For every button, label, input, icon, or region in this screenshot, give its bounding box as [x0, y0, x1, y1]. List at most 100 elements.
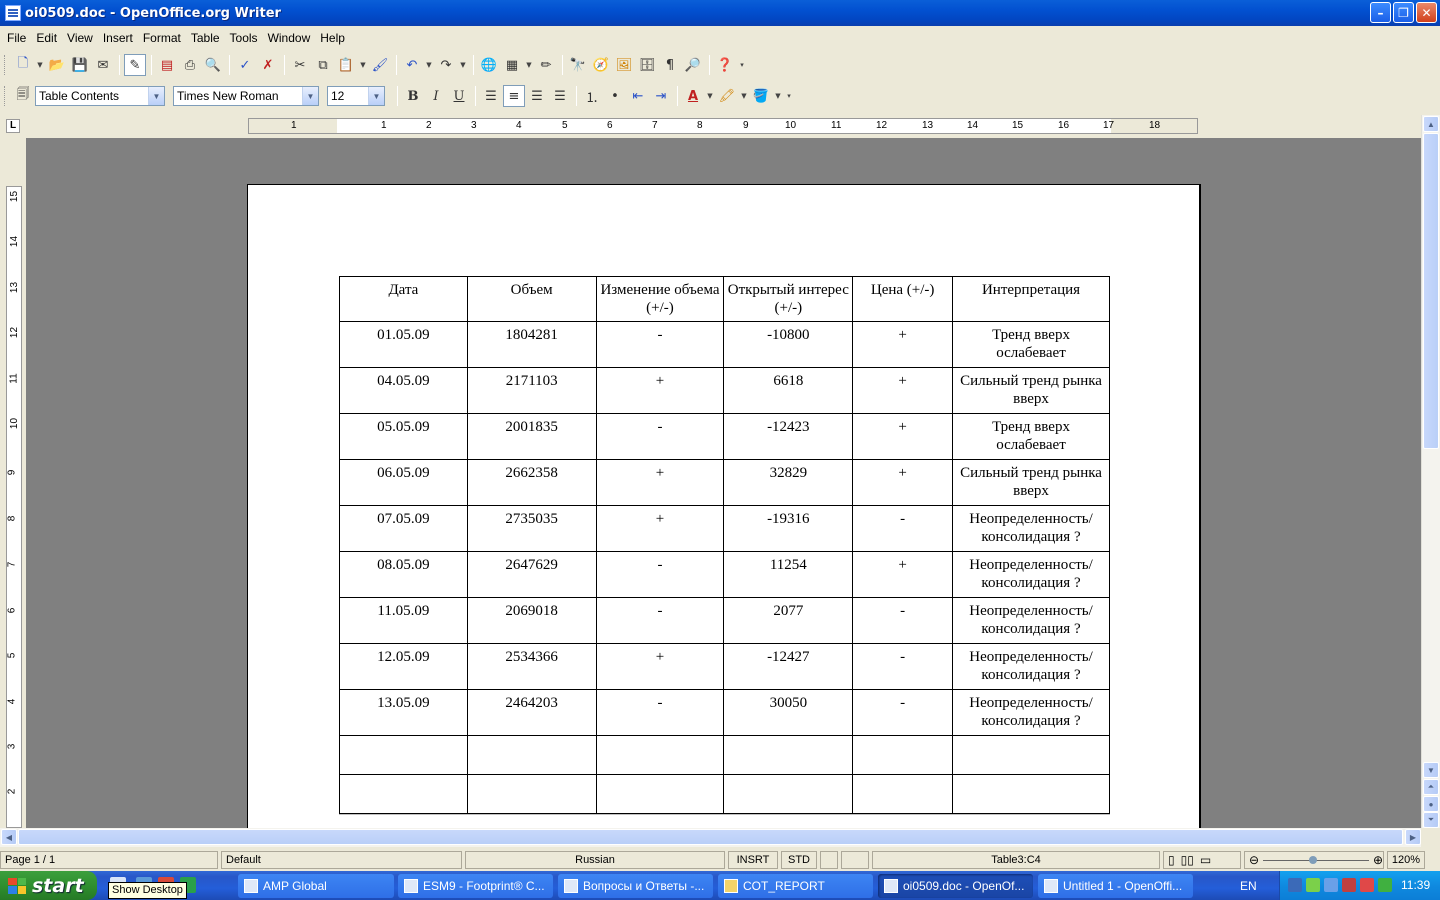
- clone-formatting-icon[interactable]: 🖌: [369, 54, 391, 76]
- close-button[interactable]: ✕: [1416, 2, 1437, 23]
- save-icon[interactable]: 💾: [69, 54, 91, 76]
- table-cell-empty[interactable]: [952, 774, 1110, 814]
- toolbar-options-icon[interactable]: ▾: [737, 54, 747, 76]
- navigator-icon[interactable]: 🧭: [590, 54, 612, 76]
- table-cell[interactable]: -10800: [723, 321, 854, 368]
- font-color-icon[interactable]: A: [682, 85, 704, 107]
- table-cell[interactable]: -: [595, 413, 725, 460]
- table-cell[interactable]: +: [595, 643, 725, 690]
- task-writer-untitled[interactable]: Untitled 1 - OpenOffi...: [1038, 874, 1193, 898]
- table-cell[interactable]: Неопределенность/ консолидация ?: [952, 643, 1110, 690]
- page-indicator[interactable]: Page 1 / 1: [0, 851, 218, 869]
- font-name-select[interactable]: Times New Roman ▼: [173, 86, 319, 106]
- minimize-button[interactable]: –: [1370, 2, 1391, 23]
- spellcheck-icon[interactable]: ✓: [234, 54, 256, 76]
- table-cell-empty[interactable]: [466, 774, 597, 814]
- table-cell[interactable]: 12.05.09: [339, 643, 468, 690]
- gallery-icon[interactable]: 🖼: [613, 54, 635, 76]
- table-cell[interactable]: Неопределенность/ консолидация ?: [952, 551, 1110, 598]
- zoom-slider-track[interactable]: [1263, 855, 1369, 864]
- paste-dropdown-icon[interactable]: ▼: [358, 54, 368, 76]
- align-right-icon[interactable]: ☰: [526, 85, 548, 107]
- vertical-scroll-thumb[interactable]: [1423, 133, 1439, 449]
- table-cell[interactable]: +: [595, 505, 725, 552]
- next-page-icon[interactable]: ⏷: [1423, 812, 1439, 828]
- document-workspace[interactable]: Дата Объем Изменение объема (+/-) Открыт…: [26, 138, 1421, 828]
- page-preview-icon[interactable]: 🔍: [202, 54, 224, 76]
- menu-table[interactable]: Table: [186, 31, 225, 45]
- export-pdf-icon[interactable]: ▤: [156, 54, 178, 76]
- start-button[interactable]: start: [0, 871, 97, 900]
- table-cell[interactable]: 01.05.09: [339, 321, 468, 368]
- task-amp-global[interactable]: AMP Global: [238, 874, 394, 898]
- table-cell[interactable]: -: [595, 551, 725, 598]
- table-cell[interactable]: 2464203: [466, 689, 597, 736]
- toolbar-options-icon[interactable]: ▾: [784, 85, 794, 107]
- menu-help[interactable]: Help: [315, 31, 350, 45]
- autospellcheck-icon[interactable]: ✗: [257, 54, 279, 76]
- redo-icon[interactable]: ↷: [435, 54, 457, 76]
- zoom-slider-knob[interactable]: [1309, 855, 1318, 864]
- horizontal-scroll-thumb[interactable]: [18, 829, 1403, 845]
- table-cell[interactable]: 11.05.09: [339, 597, 468, 644]
- table-cell[interactable]: +: [852, 551, 954, 598]
- document-modified-indicator[interactable]: [841, 851, 869, 869]
- scroll-down-icon[interactable]: ▼: [1423, 762, 1439, 778]
- table-cell-empty[interactable]: [466, 735, 597, 775]
- table-cell[interactable]: -: [595, 321, 725, 368]
- scroll-up-icon[interactable]: ▲: [1423, 116, 1439, 132]
- scroll-left-icon[interactable]: ◀: [1, 829, 17, 845]
- table-cell[interactable]: 2662358: [466, 459, 597, 506]
- header-price[interactable]: Цена (+/-): [852, 276, 954, 322]
- copy-icon[interactable]: ⧉: [312, 54, 334, 76]
- table-cell[interactable]: -: [595, 597, 725, 644]
- scroll-right-icon[interactable]: ▶: [1405, 829, 1421, 845]
- table-cell[interactable]: 2077: [723, 597, 854, 644]
- previous-page-icon[interactable]: ⏶: [1423, 779, 1439, 795]
- document-page[interactable]: Дата Объем Изменение объема (+/-) Открыт…: [247, 184, 1201, 828]
- task-writer-oi0509[interactable]: oi0509.doc - OpenOf...: [878, 874, 1033, 898]
- vertical-scrollbar[interactable]: ▲ ▼ ⏶ ● ⏷: [1421, 115, 1440, 828]
- table-cell-empty[interactable]: [952, 735, 1110, 775]
- table-cell-empty[interactable]: [339, 774, 468, 814]
- header-open-interest[interactable]: Открытый интерес (+/-): [723, 276, 854, 322]
- menu-file[interactable]: File: [2, 31, 31, 45]
- input-language-indicator[interactable]: EN: [1240, 879, 1257, 893]
- view-layout-buttons[interactable]: ▯ ▯▯ ▭: [1163, 851, 1241, 869]
- table-cell[interactable]: Сильный тренд рынка вверх: [952, 459, 1110, 506]
- table-cell[interactable]: 2647629: [466, 551, 597, 598]
- hyperlink-icon[interactable]: 🌐: [478, 54, 500, 76]
- table-cell[interactable]: -: [852, 505, 954, 552]
- table-cell[interactable]: +: [595, 367, 725, 414]
- table-cell-empty[interactable]: [595, 735, 725, 775]
- horizontal-scrollbar[interactable]: ◀ ▶: [0, 828, 1421, 847]
- zoom-slider[interactable]: ⊖ ⊕: [1244, 851, 1384, 869]
- language-indicator[interactable]: Russian: [465, 851, 725, 869]
- redo-dropdown-icon[interactable]: ▼: [458, 54, 468, 76]
- toolbar-grip[interactable]: [4, 55, 8, 75]
- data-sources-icon[interactable]: 🗄: [636, 54, 658, 76]
- background-color-icon[interactable]: 🪣: [750, 85, 772, 107]
- table-cell[interactable]: 6618: [723, 367, 854, 414]
- new-document-icon[interactable]: 🗋: [12, 54, 34, 76]
- single-page-view-icon[interactable]: ▯: [1168, 853, 1175, 867]
- font-color-dropdown-icon[interactable]: ▼: [705, 85, 715, 107]
- table-cell[interactable]: +: [852, 459, 954, 506]
- table-cell[interactable]: -12423: [723, 413, 854, 460]
- table-cell[interactable]: 05.05.09: [339, 413, 468, 460]
- table-cell[interactable]: +: [852, 413, 954, 460]
- table-cell[interactable]: Тренд вверх ослабевает: [952, 321, 1110, 368]
- menu-insert[interactable]: Insert: [98, 31, 138, 45]
- menu-format[interactable]: Format: [138, 31, 186, 45]
- header-volume[interactable]: Объем: [466, 276, 597, 322]
- table-cell[interactable]: 2735035: [466, 505, 597, 552]
- chevron-down-icon[interactable]: ▼: [148, 87, 164, 105]
- chevron-down-icon[interactable]: ▼: [302, 87, 318, 105]
- cut-icon[interactable]: ✂: [289, 54, 311, 76]
- highlighting-icon[interactable]: 🖍: [716, 85, 738, 107]
- book-view-icon[interactable]: ▭: [1200, 853, 1211, 867]
- table-cell[interactable]: Тренд вверх ослабевает: [952, 413, 1110, 460]
- increase-indent-icon[interactable]: ⇥: [650, 85, 672, 107]
- table-cell[interactable]: +: [852, 321, 954, 368]
- header-volume-change[interactable]: Изменение объема (+/-): [595, 276, 725, 322]
